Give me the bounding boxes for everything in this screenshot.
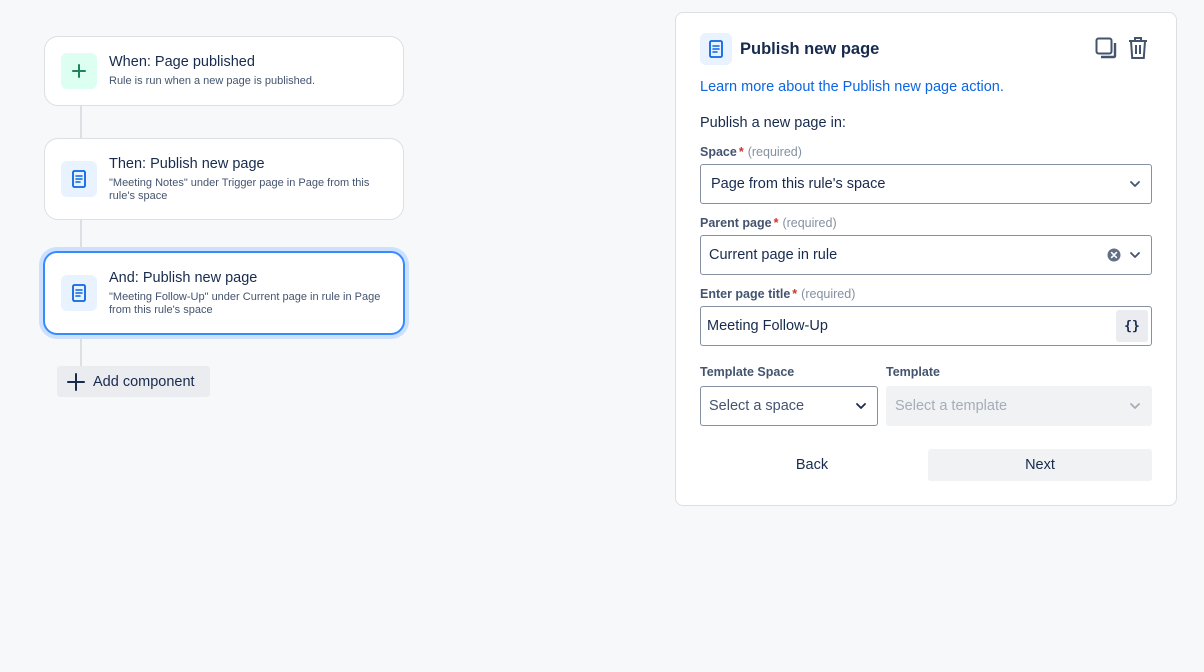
action-2-title: And: Publish new page [109,269,258,286]
parent-page-label-text: Parent page [700,216,772,230]
action-2-description: "Meeting Follow-Up" under Current page i… [109,290,381,316]
action-1-title: Then: Publish new page [109,155,265,172]
space-label-text: Space [700,145,737,159]
parent-page-label: Parent page * (required) [700,216,837,230]
intro-text: Publish a new page in: [700,115,846,131]
action-1-description: "Meeting Notes" under Trigger page in Pa… [109,176,370,202]
add-component-button[interactable]: Add component [57,366,210,397]
action-card-2[interactable]: And: Publish new page "Meeting Follow-Up… [43,251,405,335]
plus-icon [61,53,97,89]
template-space-select[interactable]: Select a space [700,386,878,426]
clear-icon[interactable] [1107,248,1121,262]
chevron-down-icon [855,402,867,410]
template-select: Select a template [886,386,1152,426]
panel-actions [1094,35,1150,61]
duplicate-icon[interactable] [1094,35,1118,61]
chevron-down-icon [1129,251,1141,259]
trigger-description: Rule is run when a new page is published… [109,75,316,87]
required-asterisk: * [773,216,779,230]
required-asterisk: * [792,287,798,301]
page-title-label: Enter page title * (required) [700,287,855,301]
required-hint: (required) [801,287,856,301]
required-asterisk: * [738,145,744,159]
page-title-input[interactable] [707,318,1116,334]
chevron-down-icon [1129,180,1141,188]
next-button[interactable]: Next [928,449,1152,481]
space-label: Space * (required) [700,145,802,159]
page-icon [61,161,97,197]
flow-connector [80,220,82,252]
template-label: Template [886,365,940,379]
page-title-label-text: Enter page title [700,287,791,301]
action-config-panel: Publish new page Learn more about the Pu… [675,12,1177,506]
space-select[interactable]: Page from this rule's space [700,164,1152,204]
trash-icon[interactable] [1126,35,1150,61]
template-space-placeholder: Select a space [709,398,805,414]
required-hint: (required) [782,216,837,230]
parent-page-select[interactable]: Current page in rule [700,235,1152,275]
template-placeholder: Select a template [895,398,1008,414]
page-icon [700,33,732,65]
chevron-down-icon [1129,402,1141,410]
add-component-label: Add component [93,373,195,390]
required-hint: (required) [747,145,802,159]
back-button[interactable]: Back [700,449,924,481]
page-icon [61,275,97,311]
panel-title: Publish new page [740,39,880,58]
parent-page-select-value: Current page in rule [709,247,838,263]
plus-icon [67,372,85,391]
smart-value-button[interactable]: {} [1116,310,1148,342]
space-select-value: Page from this rule's space [711,176,886,192]
learn-more-link[interactable]: Learn more about the Publish new page ac… [700,79,1004,95]
action-card-1[interactable]: Then: Publish new page "Meeting Notes" u… [44,138,404,220]
trigger-title: When: Page published [109,54,255,70]
trigger-card[interactable]: When: Page published Rule is run when a … [44,36,404,106]
flow-connector [80,336,82,366]
flow-connector [80,106,82,138]
page-title-field: {} [700,306,1152,346]
panel-header: Publish new page [700,33,879,65]
template-space-label: Template Space [700,365,795,379]
